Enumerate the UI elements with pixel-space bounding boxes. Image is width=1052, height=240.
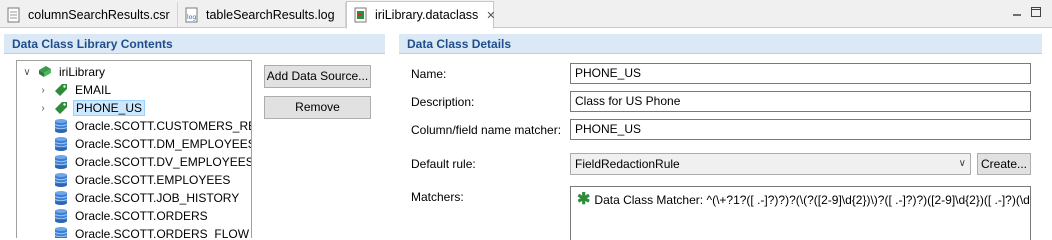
tree-item-label: PHONE_US (73, 100, 146, 116)
matchers-label: Matchers: (411, 190, 464, 204)
name-label: Name: (411, 67, 447, 81)
chevron-down-icon: ∨ (958, 158, 966, 169)
tree-root-item[interactable]: ∨ iriLibrary (21, 63, 107, 81)
column-matcher-label: Column/field name matcher: (411, 123, 562, 137)
tag-icon (53, 100, 69, 116)
csv-file-icon (6, 7, 22, 23)
close-icon[interactable]: ✕ (486, 9, 495, 22)
tree-item-label: EMAIL (75, 83, 112, 97)
tree-item-label: Oracle.SCOTT.ORDERS_FLOW (75, 227, 250, 238)
tree-item-label: Oracle.SCOTT.EMPLOYEES (75, 173, 231, 187)
tree-item-email[interactable]: › EMAIL (37, 81, 113, 99)
tree-item-dm-employees[interactable]: Oracle.SCOTT.DM_EMPLOYEES (53, 135, 252, 153)
tree-item-label: Oracle.SCOTT.DM_EMPLOYEES (75, 137, 252, 151)
database-icon (53, 136, 69, 152)
database-icon (53, 172, 69, 188)
svg-text:log: log (187, 14, 196, 21)
matcher-item-label: Data Class Matcher: ^(\+?1?([ .-]?)?)?(\… (594, 193, 1031, 207)
tab-column-search-results[interactable]: columnSearchResults.csr (0, 2, 178, 28)
tree-item-phone-us[interactable]: › PHONE_US (37, 99, 146, 117)
tab-iri-library[interactable]: iriLibrary.dataclass ✕ (346, 1, 496, 29)
database-icon (53, 154, 69, 170)
create-button[interactable]: Create... (977, 153, 1031, 175)
tab-label: iriLibrary.dataclass (375, 8, 479, 22)
tree-item-label: iriLibrary (59, 65, 106, 79)
data-class-details-header: Data Class Details (399, 34, 1042, 54)
column-matcher-field[interactable]: PHONE_US (570, 119, 1031, 140)
maximize-icon[interactable] (1030, 6, 1042, 18)
tab-label: columnSearchResults.csr (28, 8, 170, 22)
database-icon (53, 190, 69, 206)
tree-item-orders-flow[interactable]: Oracle.SCOTT.ORDERS_FLOW (53, 225, 251, 238)
remove-button[interactable]: Remove (264, 96, 371, 119)
default-rule-select[interactable]: FieldRedactionRule ∨ (570, 153, 971, 175)
tree-item-label: Oracle.SCOTT.ORDERS (75, 209, 208, 223)
tab-table-search-results[interactable]: log tableSearchResults.log (178, 2, 346, 28)
library-icon (37, 64, 53, 80)
tree-item-orders[interactable]: Oracle.SCOTT.ORDERS (53, 207, 210, 225)
tree-item-customers-rep[interactable]: Oracle.SCOTT.CUSTOMERS_REP (53, 117, 252, 135)
tree-item-dv-employees-hr[interactable]: Oracle.SCOTT.DV_EMPLOYEES_HR (53, 153, 251, 171)
database-icon (53, 226, 69, 238)
database-icon (53, 118, 69, 134)
chevron-right-icon[interactable]: › (37, 85, 49, 96)
add-data-source-button[interactable]: Add Data Source... (264, 65, 371, 88)
chevron-down-icon[interactable]: ∨ (21, 67, 33, 78)
matchers-list[interactable]: ✱ Data Class Matcher: ^(\+?1?([ .-]?)?)?… (570, 186, 1031, 240)
tree-item-job-history[interactable]: Oracle.SCOTT.JOB_HISTORY (53, 189, 241, 207)
tab-label: tableSearchResults.log (206, 8, 335, 22)
minimize-icon[interactable] (1011, 6, 1023, 18)
description-field[interactable]: Class for US Phone (570, 91, 1031, 112)
chevron-right-icon[interactable]: › (37, 103, 49, 114)
matcher-item[interactable]: ✱ Data Class Matcher: ^(\+?1?([ .-]?)?)?… (577, 191, 1031, 208)
database-icon (53, 208, 69, 224)
tree-item-label: Oracle.SCOTT.JOB_HISTORY (75, 191, 240, 205)
editor-tab-bar: columnSearchResults.csr log tableSearchR… (0, 0, 1052, 29)
library-tree[interactable]: ∨ iriLibrary › EMAIL › PHONE_US Oracle.S… (16, 60, 252, 238)
tree-item-label: Oracle.SCOTT.DV_EMPLOYEES_HR (75, 155, 251, 169)
default-rule-label: Default rule: (411, 157, 476, 171)
default-rule-value: FieldRedactionRule (575, 157, 680, 171)
dataclass-file-icon (353, 7, 369, 23)
tree-item-employees[interactable]: Oracle.SCOTT.EMPLOYEES (53, 171, 232, 189)
tag-icon (53, 82, 69, 98)
tree-item-label: Oracle.SCOTT.CUSTOMERS_REP (75, 119, 252, 133)
library-contents-header: Data Class Library Contents (4, 34, 385, 54)
asterisk-icon: ✱ (577, 191, 591, 208)
description-label: Description: (411, 95, 475, 109)
name-field[interactable]: PHONE_US (570, 63, 1031, 84)
log-file-icon: log (184, 7, 200, 23)
